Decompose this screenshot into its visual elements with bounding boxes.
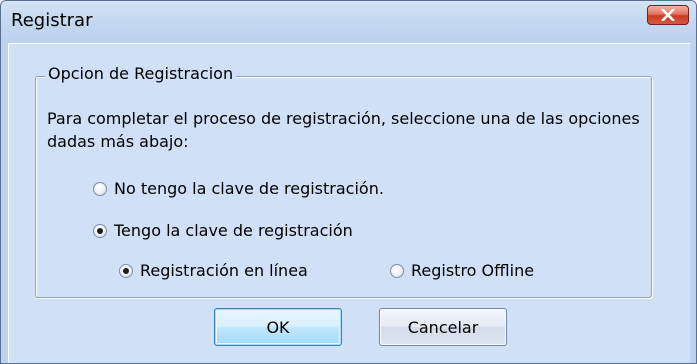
radio-no-key-indicator[interactable] xyxy=(93,181,107,196)
ok-button[interactable]: OK xyxy=(214,308,342,346)
close-button[interactable] xyxy=(647,5,689,25)
radio-online-label: Registración en línea xyxy=(140,261,308,280)
radio-have-key-indicator[interactable] xyxy=(93,223,107,238)
radio-have-key[interactable]: Tengo la clave de registración xyxy=(93,221,353,240)
radio-offline-indicator[interactable] xyxy=(390,263,404,278)
close-icon xyxy=(661,9,675,21)
cancel-button[interactable]: Cancelar xyxy=(379,308,507,346)
radio-no-key[interactable]: No tengo la clave de registración. xyxy=(93,179,384,198)
radio-offline-label: Registro Offline xyxy=(411,261,535,280)
instructions-text: Para completar el proceso de registració… xyxy=(47,109,640,151)
radio-offline[interactable]: Registro Offline xyxy=(390,261,534,280)
group-legend: Opcion de Registracion xyxy=(45,64,237,83)
radio-online[interactable]: Registración en línea xyxy=(119,261,308,280)
dialog-body: Opcion de Registracion Para completar el… xyxy=(8,43,690,363)
window-title: Registrar xyxy=(11,10,93,31)
register-dialog: Registrar Opcion de Registracion Para co… xyxy=(0,0,697,364)
radio-online-indicator[interactable] xyxy=(119,263,133,278)
radio-no-key-label: No tengo la clave de registración. xyxy=(114,179,384,198)
title-bar: Registrar xyxy=(1,1,696,43)
radio-have-key-label: Tengo la clave de registración xyxy=(114,221,353,240)
